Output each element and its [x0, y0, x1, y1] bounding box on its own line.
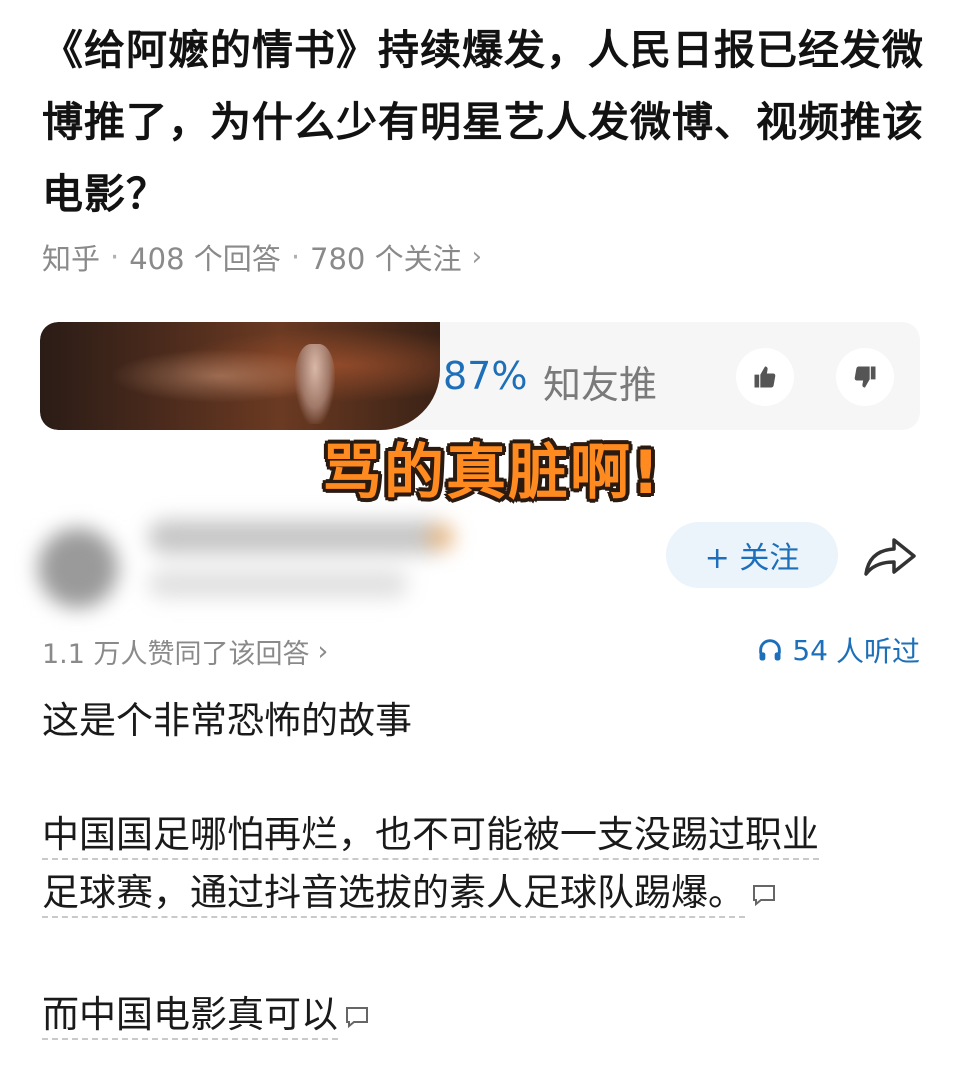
chevron-right-icon: › [317, 636, 329, 667]
answer-count: 408 个回答 [129, 242, 281, 276]
comment-icon[interactable] [751, 883, 777, 907]
answer-paragraph-2: 中国国足哪怕再烂，也不可能被一支没踢过职业 足球赛，通过抖音选拔的素人足球队踢爆… [42, 806, 922, 922]
question-title[interactable]: 《给阿嬷的情书》持续爆发，人民日报已经发微博推了，为什么少有明星艺人发微博、视频… [42, 14, 932, 230]
answer-text: 这是个非常恐怖的故事 [42, 699, 412, 742]
meta-separator: · [110, 240, 120, 274]
listen-count: 54 [792, 633, 828, 667]
reaction-sticker: 骂的真脏啊! [322, 438, 662, 508]
follow-button[interactable]: + 关注 [666, 522, 838, 588]
author-name-blurred [148, 520, 448, 554]
share-arrow-icon[interactable] [862, 534, 918, 578]
listen-text: 人听过 [835, 635, 920, 668]
thumbs-down-icon [854, 366, 876, 388]
headphones-icon [759, 639, 782, 661]
answer-paragraph-1: 这是个非常恐怖的故事 [42, 692, 922, 750]
author-badge [428, 524, 454, 550]
avatar [38, 528, 118, 608]
chevron-right-icon: › [471, 242, 483, 272]
question-meta[interactable]: 知乎 · 408 个回答 · 780 个关注 › [42, 236, 482, 278]
answer-line: 而中国电影真可以 [42, 993, 338, 1040]
thumbs-down-button[interactable] [836, 348, 894, 406]
follow-label: + 关注 [704, 541, 800, 576]
author-bio-blurred [148, 570, 408, 598]
author-info-blurred[interactable] [8, 510, 478, 610]
answer-line: 足球赛，通过抖音选拔的素人足球队踢爆。 [42, 871, 745, 918]
comment-icon[interactable] [344, 1005, 370, 1029]
recommend-label: 知友推 [543, 363, 658, 407]
thumbnail-figure [295, 344, 335, 424]
agree-text: 1.1 万人赞同了该回答 [42, 639, 310, 670]
thumbs-up-button[interactable] [736, 348, 794, 406]
recommend-percent: 87% [443, 354, 528, 398]
thumbs-up-icon [754, 366, 776, 388]
movie-thumbnail [40, 322, 440, 430]
follower-count: 780 个关注 [310, 242, 462, 276]
answer-line: 中国国足哪怕再烂，也不可能被一支没踢过职业 [42, 813, 819, 860]
meta-separator: · [290, 240, 301, 274]
answer-paragraph-3: 而中国电影真可以 [42, 986, 922, 1044]
listen-stats[interactable]: 54 人听过 [756, 630, 920, 670]
agree-stats[interactable]: 1.1 万人赞同了该回答 › [42, 632, 328, 671]
source-label: 知乎 [42, 242, 101, 276]
